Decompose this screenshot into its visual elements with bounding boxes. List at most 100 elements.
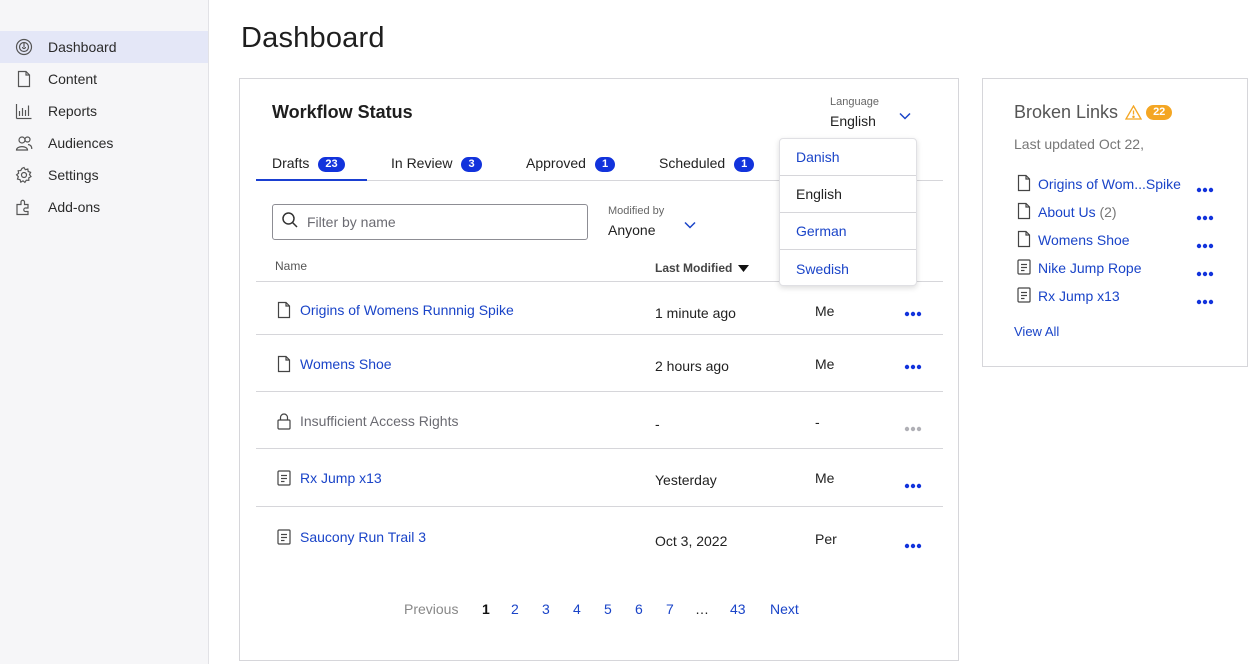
broken-link-name[interactable]: About Us (2): [1038, 204, 1117, 220]
more-options-icon: [904, 419, 922, 437]
puzzle-icon: [15, 198, 33, 216]
row-date: Yesterday: [655, 472, 717, 488]
sidebar-item-reports[interactable]: Reports: [0, 95, 208, 127]
document-icon: [1016, 230, 1032, 253]
sidebar-item-dashboard[interactable]: Dashboard: [0, 31, 208, 63]
language-option-danish[interactable]: Danish: [780, 139, 916, 176]
sidebar-item-label: Content: [48, 71, 98, 87]
sidebar-item-label: Settings: [48, 167, 99, 183]
tab-label: Drafts: [272, 155, 310, 171]
broken-link-label: Womens Shoe: [1038, 232, 1130, 248]
broken-link-name[interactable]: Nike Jump Rope: [1038, 260, 1142, 276]
row-modified-by: Me: [815, 470, 835, 486]
broken-link-label: Origins of Wom...Spike: [1038, 176, 1181, 192]
broken-links-title: Broken Links: [1014, 102, 1119, 122]
table-row: Origins of Womens Runnnig Spike 1 minute…: [256, 282, 943, 335]
sidebar-item-label: Dashboard: [48, 39, 117, 55]
pagination-page-1[interactable]: 1: [482, 601, 490, 617]
row-modified-by: Me: [815, 303, 835, 319]
document-icon: [276, 355, 292, 373]
lock-icon: [276, 412, 292, 430]
last-updated-text: Last updated Oct 22,: [1014, 136, 1144, 152]
column-header-last-modified[interactable]: Last Modified: [655, 261, 750, 275]
search-icon: [281, 211, 299, 234]
tab-label: In Review: [391, 155, 453, 171]
pagination-page-7[interactable]: 7: [666, 601, 674, 617]
sidebar-item-add-ons[interactable]: Add-ons: [0, 191, 208, 223]
tab-scheduled[interactable]: Scheduled 1: [659, 152, 755, 181]
more-options-icon[interactable]: [904, 536, 922, 554]
broken-link-item: Origins of Wom...Spike: [1014, 174, 1236, 194]
dashboard-icon: [15, 38, 33, 56]
filter-input[interactable]: [307, 214, 567, 230]
pagination-page-2[interactable]: 2: [511, 601, 519, 617]
pagination-page-6[interactable]: 6: [635, 601, 643, 617]
table-row: Womens Shoe 2 hours ago Me: [256, 335, 943, 392]
document-icon: [1016, 202, 1032, 225]
more-options-icon[interactable]: [904, 476, 922, 494]
row-date: 2 hours ago: [655, 358, 729, 374]
broken-link-name[interactable]: Origins of Wom...Spike: [1038, 176, 1181, 192]
view-all-link[interactable]: View All: [1014, 324, 1059, 339]
language-option-english[interactable]: English: [780, 176, 916, 213]
sidebar-item-label: Audiences: [48, 135, 114, 151]
language-option-swedish[interactable]: Swedish: [780, 250, 916, 287]
more-options-icon[interactable]: [1196, 236, 1214, 254]
row-name-link[interactable]: Origins of Womens Runnnig Spike: [300, 302, 514, 318]
pagination-page-3[interactable]: 3: [542, 601, 550, 617]
tab-label: Approved: [526, 155, 586, 171]
tab-drafts[interactable]: Drafts 23: [256, 152, 367, 181]
row-modified-by: Per: [815, 531, 837, 547]
more-options-icon[interactable]: [904, 304, 922, 322]
more-options-icon[interactable]: [1196, 208, 1214, 226]
row-name-link[interactable]: Rx Jump x13: [300, 470, 382, 486]
broken-link-name[interactable]: Rx Jump x13: [1038, 288, 1120, 304]
product-icon: [276, 528, 292, 546]
chevron-down-icon[interactable]: [684, 216, 696, 234]
pagination-next[interactable]: Next: [770, 601, 799, 617]
workflow-title: Workflow Status: [272, 102, 413, 122]
tab-label: Scheduled: [659, 155, 726, 171]
language-label: Language: [830, 96, 879, 108]
sidebar-item-audiences[interactable]: Audiences: [0, 127, 208, 159]
broken-link-label: About Us: [1038, 204, 1096, 220]
modified-by-select[interactable]: Modified by Anyone: [608, 205, 664, 238]
row-date: Oct 3, 2022: [655, 533, 728, 549]
sidebar-item-content[interactable]: Content: [0, 63, 208, 95]
page-title: Dashboard: [241, 22, 385, 54]
broken-links-count-badge: 22: [1146, 105, 1173, 120]
tab-count-badge: 1: [734, 157, 755, 172]
filter-field[interactable]: [272, 204, 588, 240]
row-name-link[interactable]: Saucony Run Trail 3: [300, 529, 426, 545]
broken-links-card: Broken Links 22 Last updated Oct 22, Ori…: [982, 78, 1248, 367]
pagination-page-4[interactable]: 4: [573, 601, 581, 617]
row-name: Insufficient Access Rights: [300, 413, 459, 429]
table-row: Rx Jump x13 Yesterday Me: [256, 449, 943, 507]
broken-link-name[interactable]: Womens Shoe: [1038, 232, 1130, 248]
row-name-link[interactable]: Womens Shoe: [300, 356, 392, 372]
pagination-page-5[interactable]: 5: [604, 601, 612, 617]
row-date: -: [655, 416, 660, 432]
pagination-page-last[interactable]: 43: [730, 601, 746, 617]
broken-link-label: Nike Jump Rope: [1038, 260, 1142, 276]
gear-icon: [15, 166, 33, 184]
sidebar-item-label: Add-ons: [48, 199, 101, 215]
more-options-icon[interactable]: [904, 357, 922, 375]
more-options-icon[interactable]: [1196, 180, 1214, 198]
more-options-icon[interactable]: [1196, 264, 1214, 282]
tab-in-review[interactable]: In Review 3: [391, 152, 482, 181]
document-icon: [276, 301, 292, 319]
language-option-german[interactable]: German: [780, 213, 916, 250]
more-options-icon[interactable]: [1196, 292, 1214, 310]
row-date: 1 minute ago: [655, 305, 736, 321]
tab-count-badge: 3: [461, 157, 482, 172]
column-header-label: Last Modified: [655, 261, 733, 275]
sidebar-item-label: Reports: [48, 103, 98, 119]
chevron-down-icon[interactable]: [899, 107, 911, 125]
pagination-previous[interactable]: Previous: [404, 601, 458, 617]
modified-by-value: Anyone: [608, 222, 656, 238]
broken-link-label: Rx Jump x13: [1038, 288, 1120, 304]
sidebar-item-settings[interactable]: Settings: [0, 159, 208, 191]
language-select[interactable]: Language English: [830, 96, 879, 129]
tab-approved[interactable]: Approved 1: [526, 152, 616, 181]
